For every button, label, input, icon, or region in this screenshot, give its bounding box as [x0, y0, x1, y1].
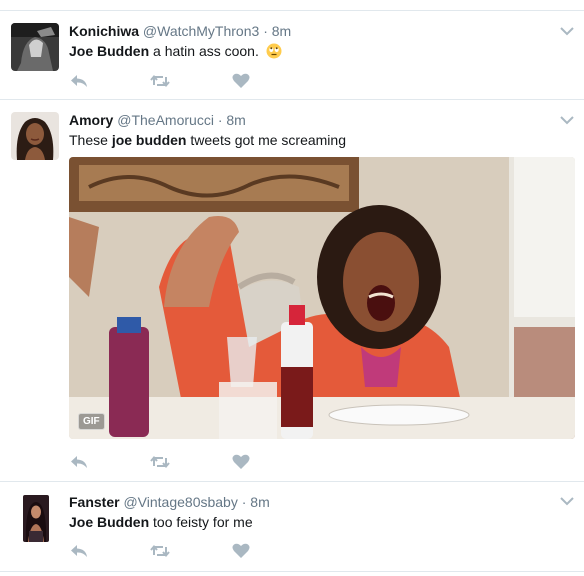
- heart-icon[interactable]: [231, 542, 251, 560]
- tweet-text-body: too feisty for me: [149, 514, 253, 530]
- keyword-highlight: joe budden: [111, 132, 187, 148]
- chevron-down-icon[interactable]: [560, 496, 574, 506]
- timestamp[interactable]: 8m: [250, 494, 269, 510]
- separator: ·: [241, 494, 247, 510]
- retweet-icon[interactable]: [150, 453, 170, 471]
- heart-icon[interactable]: [231, 453, 251, 471]
- tweet[interactable]: Amory @TheAmorucci · 8m These joe budden…: [0, 100, 584, 482]
- avatar[interactable]: [23, 495, 49, 542]
- avatar[interactable]: [11, 112, 59, 160]
- chevron-down-icon[interactable]: [560, 26, 574, 36]
- keyword-highlight: Joe Budden: [69, 43, 150, 59]
- tweet-header: Fanster @Vintage80sbaby · 8m: [69, 493, 270, 511]
- chevron-down-icon[interactable]: [560, 115, 574, 125]
- handle[interactable]: @WatchMyThron3: [143, 23, 259, 39]
- tweet[interactable]: Konichiwa @WatchMyThron3 · 8m Joe Budden…: [0, 11, 584, 100]
- avatar[interactable]: [11, 23, 59, 71]
- tweet-header: Amory @TheAmorucci · 8m: [69, 111, 246, 129]
- tweet-text: These joe budden tweets got me screaming: [69, 131, 346, 149]
- gif-image: [69, 157, 575, 439]
- timeline: Konichiwa @WatchMyThron3 · 8m Joe Budden…: [0, 0, 584, 576]
- gif-media[interactable]: GIF: [69, 157, 575, 439]
- handle[interactable]: @Vintage80sbaby: [123, 494, 237, 510]
- tweet-header: Konichiwa @WatchMyThron3 · 8m: [69, 22, 291, 40]
- tweet-text: Joe Budden too feisty for me: [69, 513, 253, 531]
- rolling-eyes-emoji-icon: [266, 43, 282, 59]
- retweet-icon[interactable]: [150, 72, 170, 90]
- fullname[interactable]: Konichiwa: [69, 23, 139, 39]
- fullname[interactable]: Amory: [69, 112, 113, 128]
- reply-icon[interactable]: [69, 542, 89, 560]
- tweet-text-body: tweets got me screaming: [186, 132, 346, 148]
- reply-icon[interactable]: [69, 453, 89, 471]
- gif-badge: GIF: [78, 413, 105, 430]
- separator: ·: [263, 23, 268, 39]
- separator: ·: [217, 112, 223, 128]
- tweet[interactable]: Fanster @Vintage80sbaby · 8m Joe Budden …: [0, 482, 584, 572]
- tweet-text: Joe Budden a hatin ass coon.: [69, 42, 282, 60]
- retweet-icon[interactable]: [150, 542, 170, 560]
- reply-icon[interactable]: [69, 72, 89, 90]
- keyword-highlight: Joe Budden: [69, 514, 150, 530]
- fullname[interactable]: Fanster: [69, 494, 120, 510]
- heart-icon[interactable]: [231, 72, 251, 90]
- timestamp[interactable]: 8m: [272, 23, 291, 39]
- timestamp[interactable]: 8m: [226, 112, 245, 128]
- tweet-text-body: a hatin ass coon.: [149, 43, 259, 59]
- handle[interactable]: @TheAmorucci: [117, 112, 214, 128]
- tweet-text-body: These: [69, 132, 112, 148]
